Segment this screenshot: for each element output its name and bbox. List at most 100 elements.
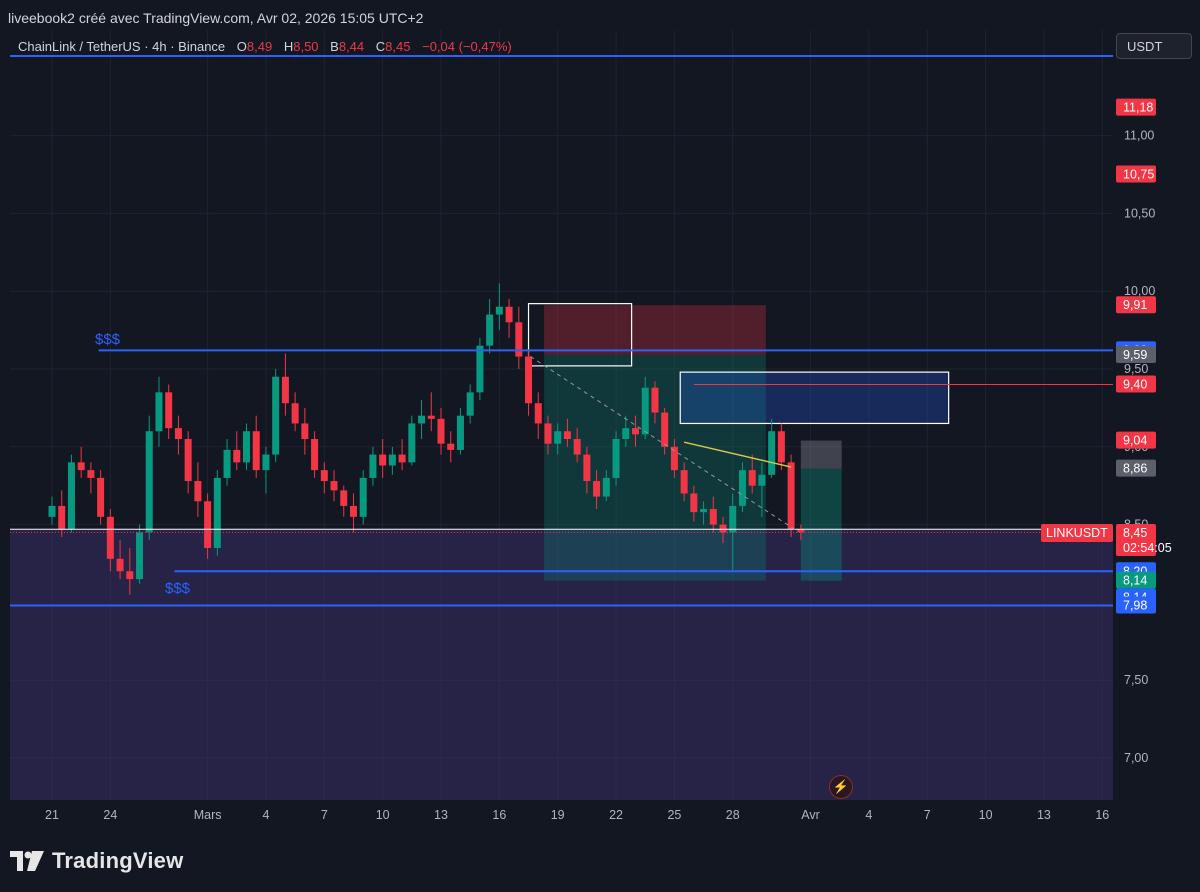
- x-tick-label: 4: [262, 808, 269, 822]
- x-tick-label: 13: [1037, 808, 1051, 822]
- price-label: 10,75: [1123, 168, 1154, 182]
- candle-body: [301, 423, 309, 440]
- candle-body: [359, 477, 367, 517]
- candle-body: [525, 356, 533, 404]
- candle-body: [495, 306, 503, 315]
- candle-body: [126, 571, 134, 580]
- tradingview-logo-text: TradingView: [52, 848, 184, 873]
- candle-body: [262, 454, 270, 471]
- position-reward-zone: [800, 468, 842, 581]
- x-tick-label: 7: [924, 808, 931, 822]
- candle-body: [515, 322, 523, 357]
- legend-close-label: C: [376, 39, 385, 54]
- candle-body: [77, 462, 85, 471]
- candle-body: [729, 505, 737, 533]
- y-tick-label: 7,50: [1124, 673, 1148, 687]
- candle-body: [738, 470, 746, 506]
- candle-body: [213, 477, 221, 548]
- x-tick-label: Avr: [801, 808, 820, 822]
- order-block-zone: [680, 372, 949, 424]
- candle-body: [97, 477, 105, 517]
- y-tick-label: 11,00: [1124, 129, 1154, 143]
- candle-body: [204, 501, 212, 548]
- candle-body: [418, 415, 426, 424]
- x-tick-label: 21: [45, 808, 59, 822]
- candle-body: [690, 493, 698, 513]
- candle-body: [583, 454, 591, 482]
- candle-body: [486, 314, 494, 346]
- candle-body: [641, 387, 649, 435]
- price-label: 9,04: [1123, 434, 1147, 448]
- currency-button[interactable]: USDT: [1116, 33, 1192, 59]
- y-tick-label: 10,00: [1124, 284, 1155, 298]
- tradingview-logo[interactable]: TradingView: [10, 845, 183, 877]
- candle-body: [447, 443, 455, 450]
- candle-body: [758, 474, 766, 486]
- candle-body: [476, 345, 484, 393]
- candle-body: [388, 454, 396, 466]
- x-tick-label: 7: [321, 808, 328, 822]
- chart-legend: ChainLink / TetherUS · 4h · Binance O8,4…: [18, 39, 512, 54]
- legend-low-value: 8,44: [339, 39, 364, 54]
- candle-body: [243, 431, 250, 463]
- last-price-countdown: 02:54:05: [1123, 541, 1172, 555]
- candle-body: [311, 439, 319, 471]
- candle-body: [622, 428, 630, 440]
- legend-change: −0,04 (−0,47%): [422, 39, 512, 54]
- last-price-symbol: LINKUSDT: [1046, 526, 1108, 540]
- x-tick-label: 10: [979, 808, 993, 822]
- x-tick-label: 19: [551, 808, 565, 822]
- short-risk-zone: [544, 305, 766, 355]
- candle-body: [661, 412, 669, 447]
- candle-body: [379, 454, 387, 466]
- x-tick-label: 24: [103, 808, 117, 822]
- candle-body: [67, 462, 75, 530]
- candle-body: [563, 431, 571, 440]
- position-risk-zone: [800, 440, 842, 469]
- candle-body: [48, 505, 56, 517]
- price-label: 7,98: [1123, 599, 1147, 613]
- candle-body: [349, 505, 357, 517]
- candle-body: [87, 470, 95, 478]
- liquidity-label-high: $$$: [95, 331, 121, 348]
- candle-body: [340, 490, 348, 506]
- y-tick-label: 7,00: [1124, 751, 1148, 765]
- candle-body: [252, 431, 260, 471]
- candle-body: [194, 481, 202, 502]
- tradingview-logo-icon: [10, 851, 44, 871]
- candle-body: [709, 509, 717, 525]
- x-tick-label: 25: [667, 808, 681, 822]
- legend-high-value: 8,50: [293, 39, 318, 54]
- chart-area[interactable]: 11,0010,5010,009,509,008,507,507,00 2124…: [0, 0, 1200, 892]
- candle-body: [544, 423, 552, 444]
- candle-body: [554, 431, 562, 444]
- x-tick-label: 13: [434, 808, 448, 822]
- candle-body: [320, 470, 328, 482]
- candle-body: [700, 509, 708, 513]
- candle-body: [106, 516, 114, 559]
- candle-body: [719, 524, 727, 533]
- last-price-value: 8,45: [1123, 526, 1147, 540]
- candle-body: [174, 428, 182, 440]
- candle-body: [593, 481, 601, 497]
- y-tick-label: 9,50: [1124, 362, 1148, 376]
- candle-body: [602, 477, 610, 497]
- x-tick-label: 16: [492, 808, 506, 822]
- candle-body: [456, 415, 464, 450]
- candle-body: [145, 431, 153, 533]
- x-tick-label: 28: [726, 808, 740, 822]
- candle-body: [427, 415, 435, 419]
- x-tick-label: 16: [1095, 808, 1109, 822]
- x-tick-label: 10: [376, 808, 390, 822]
- candle-body: [748, 470, 756, 486]
- candle-body: [330, 481, 338, 491]
- price-label: 9,91: [1123, 298, 1147, 312]
- candle-body: [573, 439, 581, 455]
- candle-body: [184, 439, 192, 482]
- price-label: 8,14: [1123, 574, 1147, 588]
- candle-body: [651, 387, 659, 413]
- candle-body: [612, 439, 620, 478]
- candle-body: [233, 449, 241, 463]
- candle-body: [116, 558, 124, 572]
- lightning-icon[interactable]: ⚡: [829, 775, 853, 799]
